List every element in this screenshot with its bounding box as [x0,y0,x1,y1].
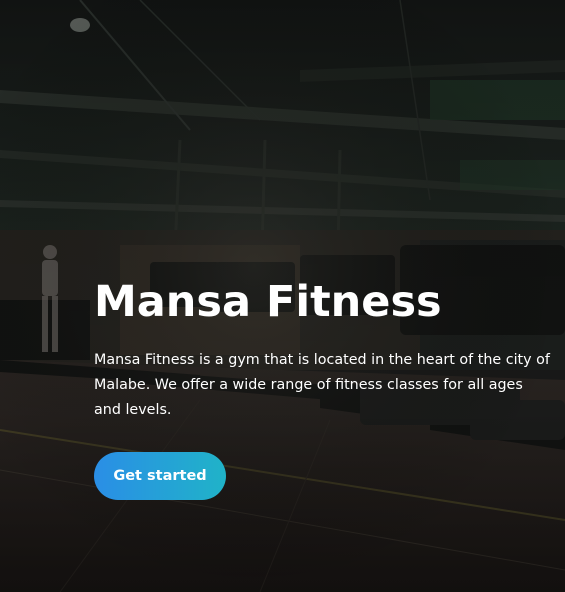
hero-description: Mansa Fitness is a gym that is located i… [94,352,550,418]
hero-section: Mansa Fitness Mansa Fitness is a gym tha… [0,0,565,592]
get-started-button[interactable]: Get started [94,452,226,500]
hero-title: Mansa Fitness [94,277,442,327]
hero-content: Mansa Fitness Mansa Fitness is a gym tha… [94,276,554,500]
